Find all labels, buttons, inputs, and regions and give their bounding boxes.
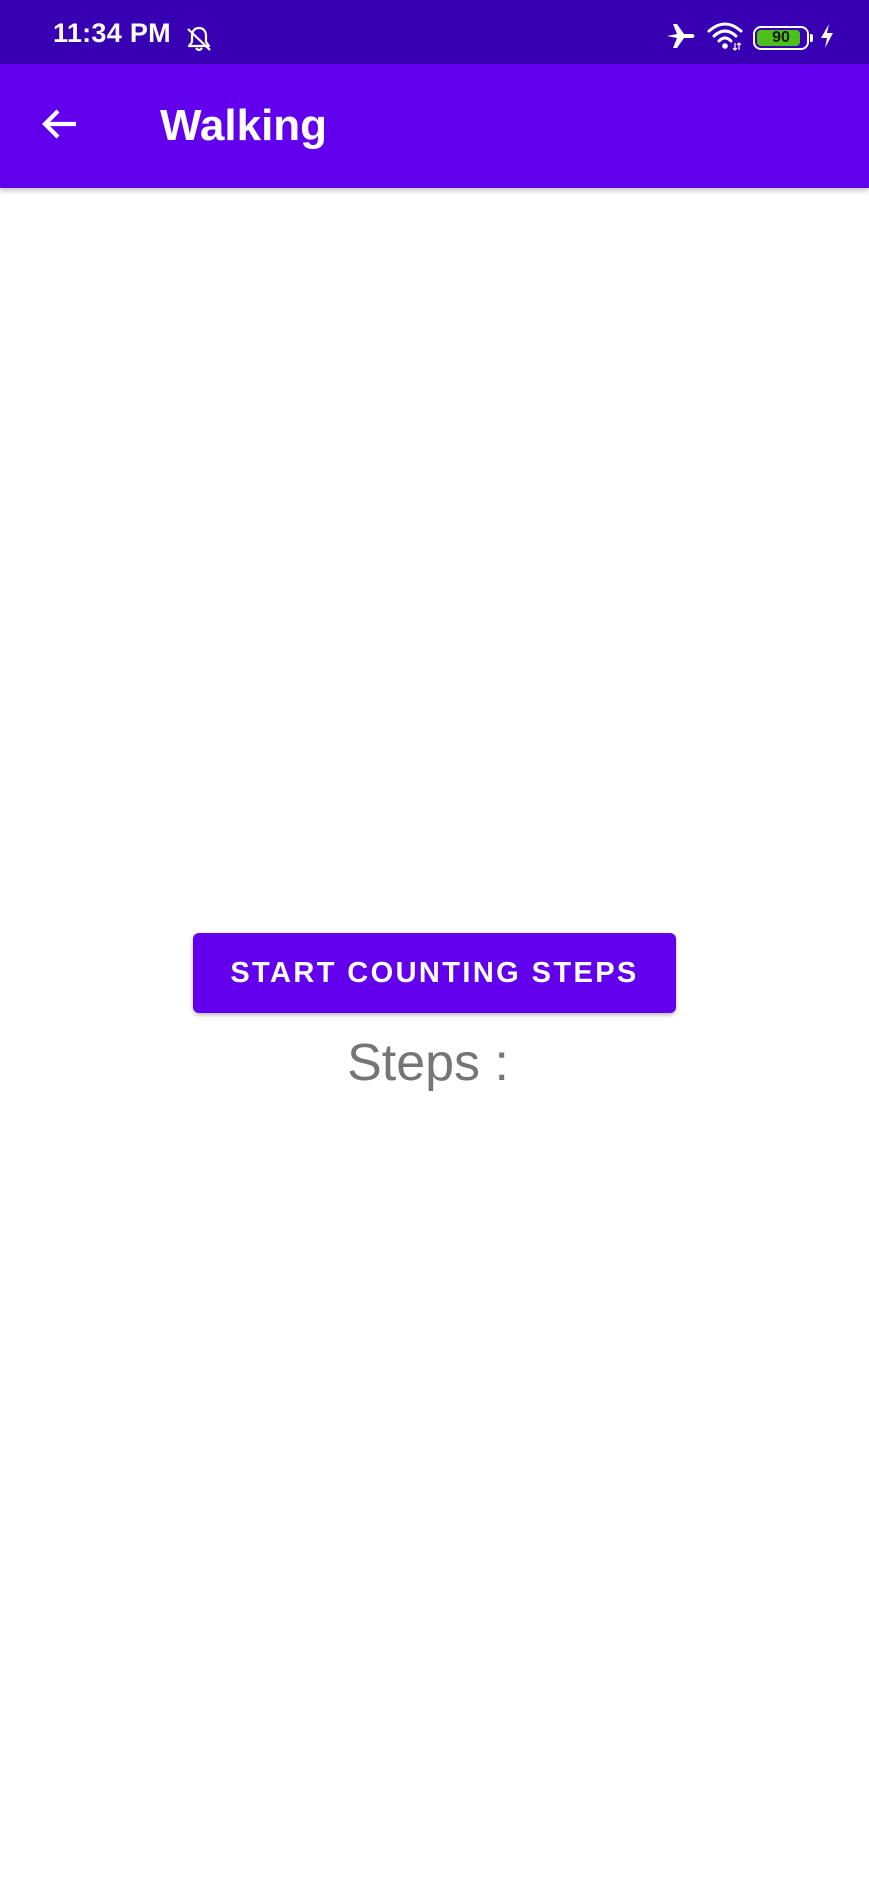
charging-icon <box>819 23 835 54</box>
start-counting-steps-button[interactable]: START COUNTING STEPS <box>193 933 676 1013</box>
battery-icon: 90 <box>753 26 813 50</box>
status-icons: 90 <box>665 22 835 54</box>
wifi-icon <box>707 21 743 56</box>
back-button[interactable] <box>24 94 96 158</box>
arrow-back-icon[interactable] <box>40 104 80 149</box>
silent-bell-icon <box>184 24 214 54</box>
battery-level: 90 <box>772 29 790 46</box>
status-bar: 11:34 PM 90 <box>0 0 869 64</box>
steps-label: Steps : <box>347 1034 509 1092</box>
page-title: Walking <box>160 101 328 150</box>
airplane-icon <box>665 21 697 56</box>
status-time: 11:34 PM <box>53 18 171 48</box>
app-bar: Walking <box>0 64 869 188</box>
